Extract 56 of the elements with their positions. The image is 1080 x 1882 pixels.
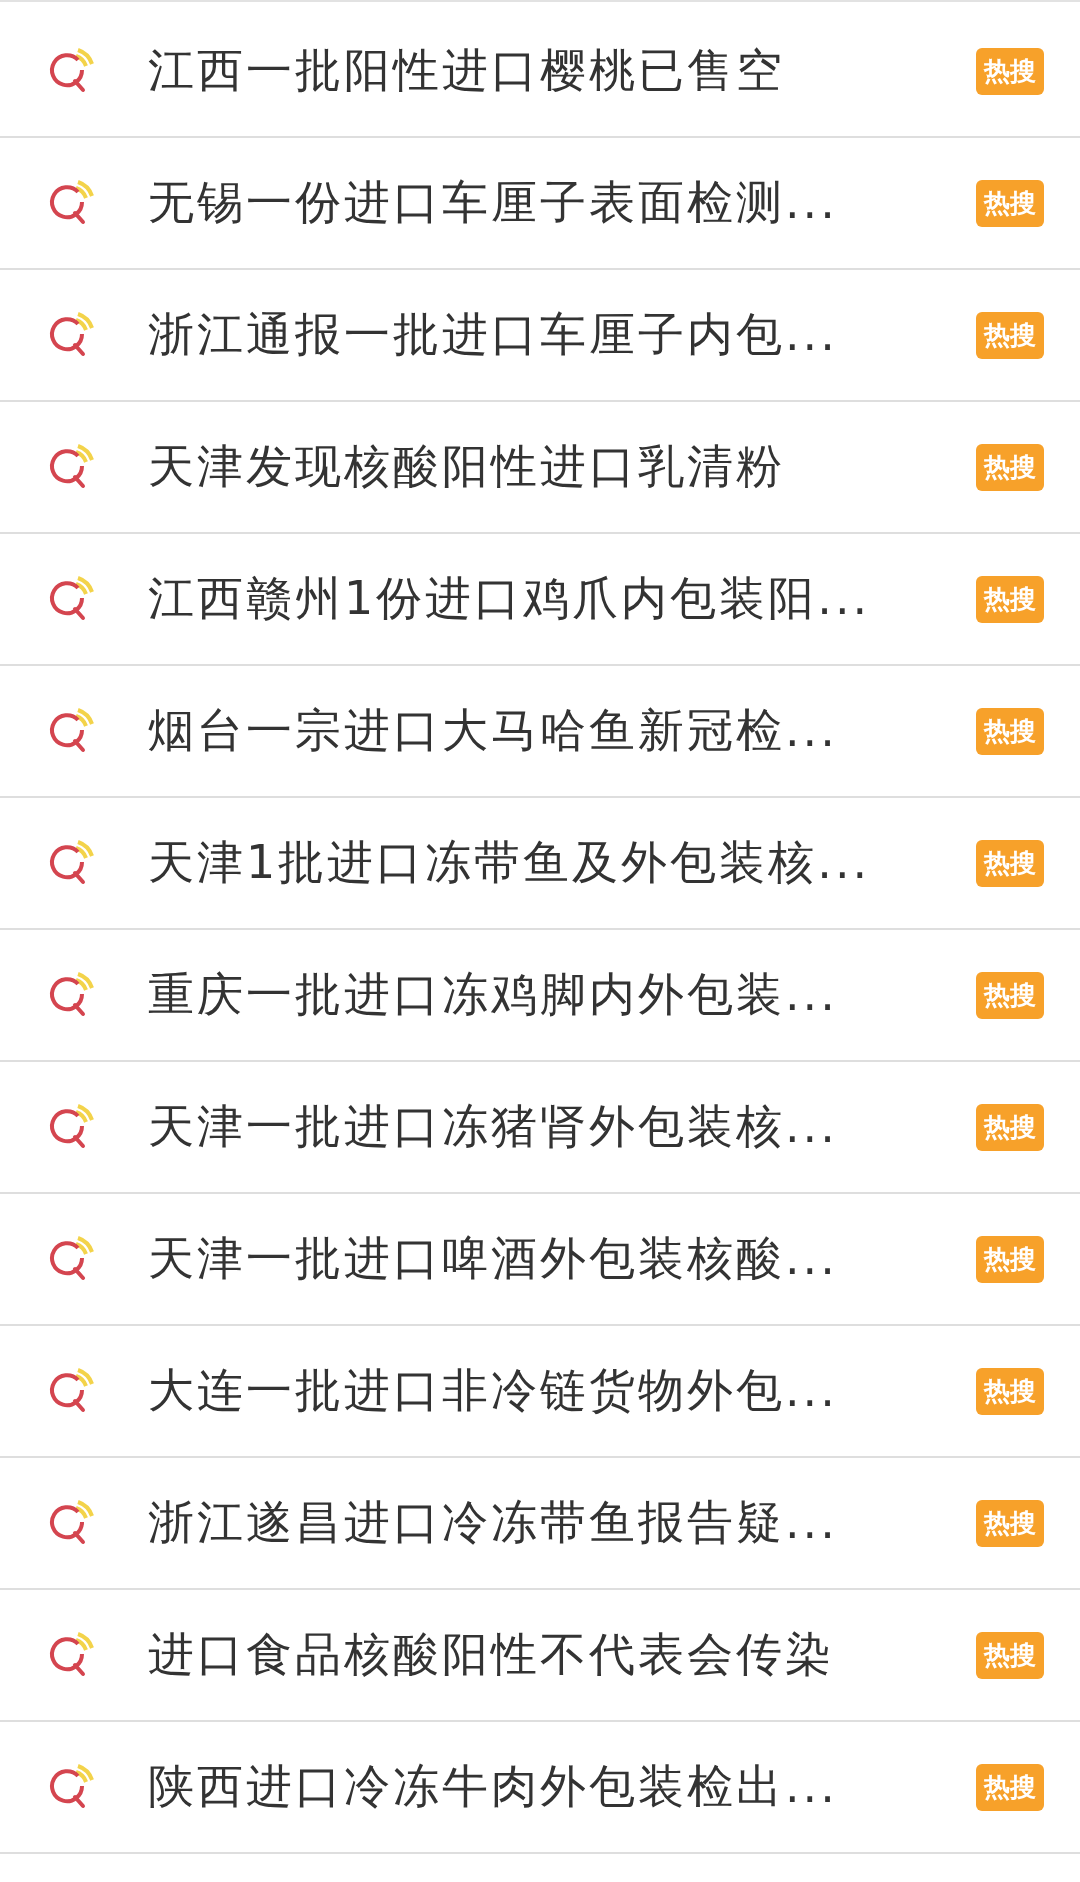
search-item[interactable]: 进口食品核酸阳性不代表会传染 热搜	[0, 1590, 1080, 1722]
search-title: 无锡一份进口车厘子表面检测...	[148, 174, 839, 231]
search-icon	[48, 180, 94, 226]
search-item[interactable]: 烟台一宗进口大马哈鱼新冠检... 热搜	[0, 666, 1080, 798]
search-icon	[48, 708, 94, 754]
search-item[interactable]: 陕西进口冷冻牛肉外包装检出... 热搜	[0, 1722, 1080, 1854]
search-icon	[48, 48, 94, 94]
search-icon	[48, 576, 94, 622]
search-title: 天津1批进口冻带鱼及外包装核...	[148, 834, 872, 891]
search-icon	[48, 444, 94, 490]
search-icon	[48, 1104, 94, 1150]
search-title: 烟台一宗进口大马哈鱼新冠检...	[148, 702, 839, 759]
hot-badge: 热搜	[976, 1763, 1044, 1811]
search-item[interactable]: 大连一批进口非冷链货物外包... 热搜	[0, 1326, 1080, 1458]
search-title: 浙江遂昌进口冷冻带鱼报告疑...	[148, 1494, 839, 1551]
search-icon	[48, 312, 94, 358]
search-title: 江西赣州1份进口鸡爪内包装阳...	[148, 570, 872, 627]
search-title: 天津一批进口冻猪肾外包装核...	[148, 1098, 839, 1155]
search-title: 天津发现核酸阳性进口乳清粉	[148, 438, 786, 495]
hot-badge: 热搜	[976, 839, 1044, 887]
search-item[interactable]: 无锡一份进口车厘子表面检测... 热搜	[0, 138, 1080, 270]
search-item[interactable]: 天津一批进口啤酒外包装核酸... 热搜	[0, 1194, 1080, 1326]
search-title: 大连一批进口非冷链货物外包...	[148, 1362, 839, 1419]
hot-badge: 热搜	[976, 1103, 1044, 1151]
search-item[interactable]: 江西赣州1份进口鸡爪内包装阳... 热搜	[0, 534, 1080, 666]
search-item[interactable]: 天津1批进口冻带鱼及外包装核... 热搜	[0, 798, 1080, 930]
search-item[interactable]: 浙江遂昌进口冷冻带鱼报告疑... 热搜	[0, 1458, 1080, 1590]
hot-badge: 热搜	[976, 179, 1044, 227]
search-icon	[48, 1632, 94, 1678]
hot-badge: 热搜	[976, 1631, 1044, 1679]
hot-badge: 热搜	[976, 575, 1044, 623]
hot-badge: 热搜	[976, 707, 1044, 755]
search-icon	[48, 840, 94, 886]
search-icon	[48, 1764, 94, 1810]
hot-badge: 热搜	[976, 443, 1044, 491]
hot-badge: 热搜	[976, 47, 1044, 95]
search-title: 江西一批阳性进口樱桃已售空	[148, 42, 786, 99]
search-icon	[48, 1500, 94, 1546]
hot-badge: 热搜	[976, 1235, 1044, 1283]
search-icon	[48, 1368, 94, 1414]
search-item[interactable]: 天津一批进口冻猪肾外包装核... 热搜	[0, 1062, 1080, 1194]
search-item[interactable]: 重庆一批进口冻鸡脚内外包装... 热搜	[0, 930, 1080, 1062]
search-item[interactable]: 天津发现核酸阳性进口乳清粉 热搜	[0, 402, 1080, 534]
search-title: 天津一批进口啤酒外包装核酸...	[148, 1230, 839, 1287]
hot-badge: 热搜	[976, 311, 1044, 359]
search-item[interactable]: 浙江通报一批进口车厘子内包... 热搜	[0, 270, 1080, 402]
search-icon	[48, 972, 94, 1018]
hot-badge: 热搜	[976, 1499, 1044, 1547]
search-title: 浙江通报一批进口车厘子内包...	[148, 306, 839, 363]
search-title: 进口食品核酸阳性不代表会传染	[148, 1626, 835, 1683]
search-title: 陕西进口冷冻牛肉外包装检出...	[148, 1758, 839, 1815]
hot-badge: 热搜	[976, 1367, 1044, 1415]
search-item[interactable]: 江西一批阳性进口樱桃已售空 热搜	[0, 6, 1080, 138]
search-icon	[48, 1236, 94, 1282]
search-title: 重庆一批进口冻鸡脚内外包装...	[148, 966, 839, 1023]
hot-badge: 热搜	[976, 971, 1044, 1019]
